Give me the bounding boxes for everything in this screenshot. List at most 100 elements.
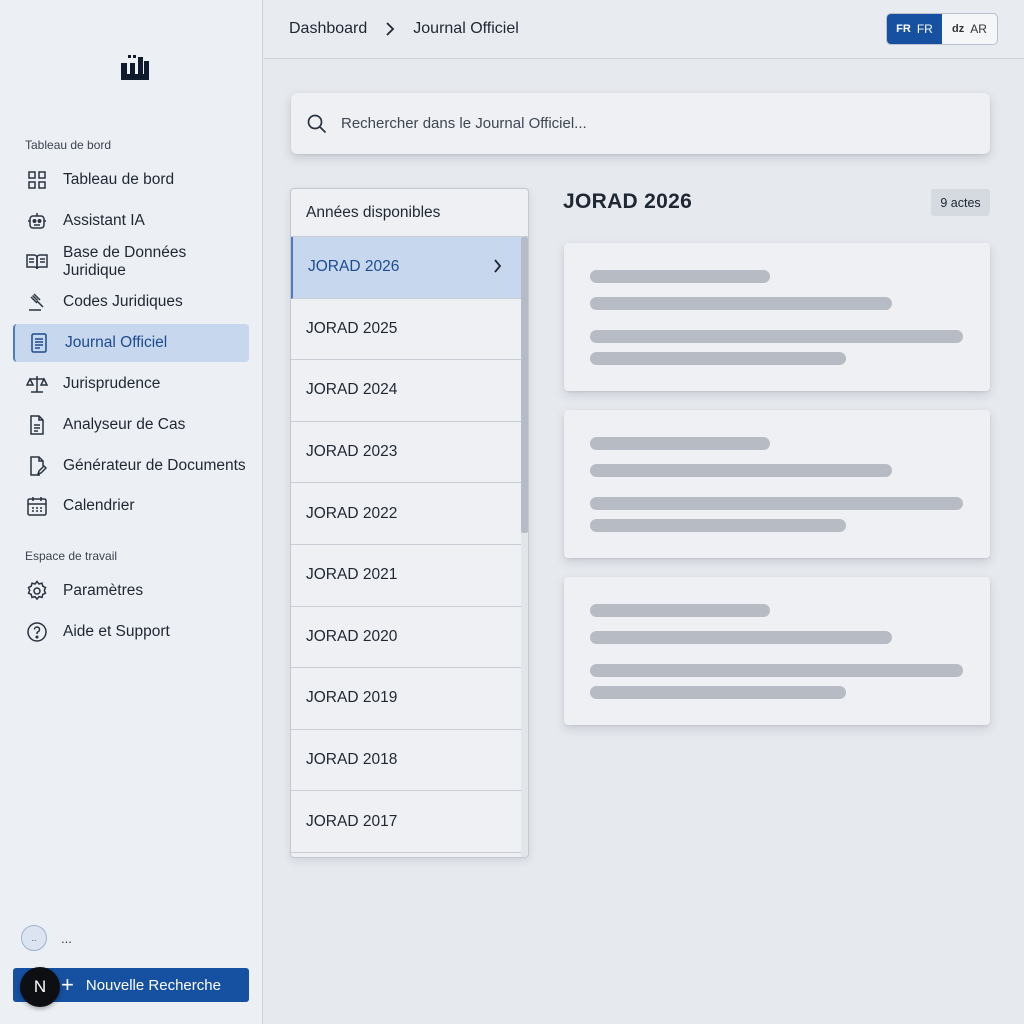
sidebar-item-journal-officiel[interactable]: Journal Officiel bbox=[13, 324, 249, 362]
lang-label: AR bbox=[970, 22, 987, 36]
breadcrumb: Dashboard Journal Officiel bbox=[289, 20, 519, 38]
year-label: JORAD 2024 bbox=[306, 381, 398, 399]
year-label: JORAD 2025 bbox=[306, 319, 398, 337]
year-item-2023[interactable]: JORAD 2023 bbox=[291, 422, 522, 484]
gear-icon bbox=[25, 579, 49, 603]
year-item-2017[interactable]: JORAD 2017 bbox=[291, 791, 522, 853]
sidebar-item-base-juridique[interactable]: Base de Données Juridique bbox=[13, 243, 249, 281]
year-label: JORAD 2017 bbox=[306, 812, 398, 830]
sidebar-item-codes-juridiques[interactable]: Codes Juridiques bbox=[13, 283, 249, 321]
sidebar-item-analyseur-de-cas[interactable]: Analyseur de Cas bbox=[13, 406, 249, 444]
skeleton-line bbox=[590, 352, 846, 365]
gavel-icon bbox=[25, 290, 49, 314]
avatar[interactable]: .. bbox=[21, 925, 47, 951]
year-item-2018[interactable]: JORAD 2018 bbox=[291, 730, 522, 792]
skeleton-line bbox=[590, 604, 770, 617]
year-item-2026[interactable]: JORAD 2026 bbox=[291, 237, 522, 299]
sidebar-item-parametres[interactable]: Paramètres bbox=[13, 572, 249, 610]
skeleton-line bbox=[590, 519, 846, 532]
skeleton-line bbox=[590, 686, 846, 699]
new-search-label: Nouvelle Recherche bbox=[85, 976, 221, 994]
plus-icon: + bbox=[61, 972, 74, 997]
lang-code: dz bbox=[952, 23, 965, 35]
search-icon bbox=[307, 114, 327, 134]
sidebar-item-label: Aide et Support bbox=[63, 623, 170, 640]
year-item-2021[interactable]: JORAD 2021 bbox=[291, 545, 522, 607]
search-input[interactable] bbox=[341, 115, 941, 132]
section-label-dashboard: Tableau de bord bbox=[25, 138, 112, 152]
chevron-right-icon bbox=[493, 259, 502, 278]
year-item-2024[interactable]: JORAD 2024 bbox=[291, 360, 522, 422]
sidebar-item-jurisprudence[interactable]: Jurisprudence bbox=[13, 365, 249, 403]
user-profile[interactable]: .. ... bbox=[21, 925, 72, 951]
skeleton-line bbox=[590, 664, 963, 677]
year-label: JORAD 2023 bbox=[306, 443, 398, 461]
scrollbar-thumb[interactable] bbox=[521, 237, 528, 533]
years-panel: Années disponibles JORAD 2026 JORAD 2025… bbox=[290, 188, 529, 858]
lang-fr-button[interactable]: FR FR bbox=[887, 14, 942, 44]
lang-code: FR bbox=[896, 23, 911, 35]
sidebar-item-assistant-ia[interactable]: Assistant IA bbox=[13, 202, 249, 240]
help-icon bbox=[25, 620, 49, 644]
skeleton-card bbox=[564, 577, 990, 725]
count-badge: 9 actes bbox=[931, 189, 990, 216]
year-label: JORAD 2018 bbox=[306, 751, 398, 769]
year-label: JORAD 2019 bbox=[306, 689, 398, 707]
breadcrumb-current: Journal Officiel bbox=[413, 20, 519, 37]
sidebar-item-label: Codes Juridiques bbox=[63, 293, 183, 310]
user-name: ... bbox=[61, 930, 72, 946]
section-label-workspace: Espace de travail bbox=[25, 549, 118, 563]
chevron-right-icon bbox=[385, 22, 395, 36]
sidebar-item-label: Jurisprudence bbox=[63, 375, 161, 392]
skeleton-line bbox=[590, 631, 892, 644]
skeleton-line bbox=[590, 437, 770, 450]
year-item-2022[interactable]: JORAD 2022 bbox=[291, 483, 522, 545]
journal-icon bbox=[27, 331, 51, 355]
calendar-icon bbox=[25, 494, 49, 518]
sidebar-item-label: Assistant IA bbox=[63, 212, 145, 229]
breadcrumb-dashboard[interactable]: Dashboard bbox=[289, 20, 367, 38]
app-logo-icon[interactable] bbox=[118, 52, 152, 86]
sidebar: Tableau de bord Tableau de bord Assistan… bbox=[0, 0, 263, 1024]
language-toggle: FR FR dz AR bbox=[886, 13, 998, 45]
sidebar-item-label: Base de Données Juridique bbox=[63, 244, 187, 279]
lang-ar-button[interactable]: dz AR bbox=[942, 14, 997, 44]
top-header: Dashboard Journal Officiel FR FR dz AR bbox=[264, 0, 1024, 59]
search-bar bbox=[291, 93, 990, 154]
robot-icon bbox=[25, 209, 49, 233]
skeleton-line bbox=[590, 464, 892, 477]
lang-label: FR bbox=[916, 22, 933, 36]
sidebar-item-label: Journal Officiel bbox=[65, 334, 168, 351]
skeleton-line bbox=[590, 297, 892, 310]
sidebar-item-tableau-de-bord[interactable]: Tableau de bord bbox=[13, 161, 249, 199]
floating-n-badge[interactable]: N bbox=[20, 967, 60, 1007]
grid-icon bbox=[25, 168, 49, 192]
years-scrollbar[interactable] bbox=[521, 237, 528, 857]
detail-title: JORAD 2026 bbox=[563, 190, 693, 213]
scales-icon bbox=[25, 372, 49, 396]
sidebar-item-label: Analyseur de Cas bbox=[63, 416, 186, 433]
document-edit-icon bbox=[25, 454, 49, 478]
year-item-2025[interactable]: JORAD 2025 bbox=[291, 299, 522, 361]
year-item-2019[interactable]: JORAD 2019 bbox=[291, 668, 522, 730]
skeleton-card bbox=[564, 410, 990, 558]
sidebar-item-calendrier[interactable]: Calendrier bbox=[13, 487, 249, 525]
sidebar-item-generateur-documents[interactable]: Générateur de Documents bbox=[13, 447, 249, 485]
years-heading: Années disponibles bbox=[291, 189, 528, 237]
sidebar-item-aide-support[interactable]: Aide et Support bbox=[13, 613, 249, 651]
sidebar-item-label: Paramètres bbox=[63, 582, 144, 599]
year-label: JORAD 2020 bbox=[306, 627, 398, 645]
sidebar-item-label: Tableau de bord bbox=[63, 171, 175, 188]
year-label: JORAD 2026 bbox=[308, 258, 400, 276]
skeleton-line bbox=[590, 330, 963, 343]
year-item-2020[interactable]: JORAD 2020 bbox=[291, 607, 522, 669]
skeleton-card bbox=[564, 243, 990, 391]
sidebar-item-label: Générateur de Documents bbox=[63, 457, 246, 474]
sidebar-item-label: Calendrier bbox=[63, 497, 135, 514]
document-icon bbox=[25, 413, 49, 437]
skeleton-line bbox=[590, 270, 770, 283]
year-label: JORAD 2021 bbox=[306, 566, 398, 584]
year-label: JORAD 2022 bbox=[306, 504, 398, 522]
book-icon bbox=[25, 250, 49, 274]
skeleton-line bbox=[590, 497, 963, 510]
